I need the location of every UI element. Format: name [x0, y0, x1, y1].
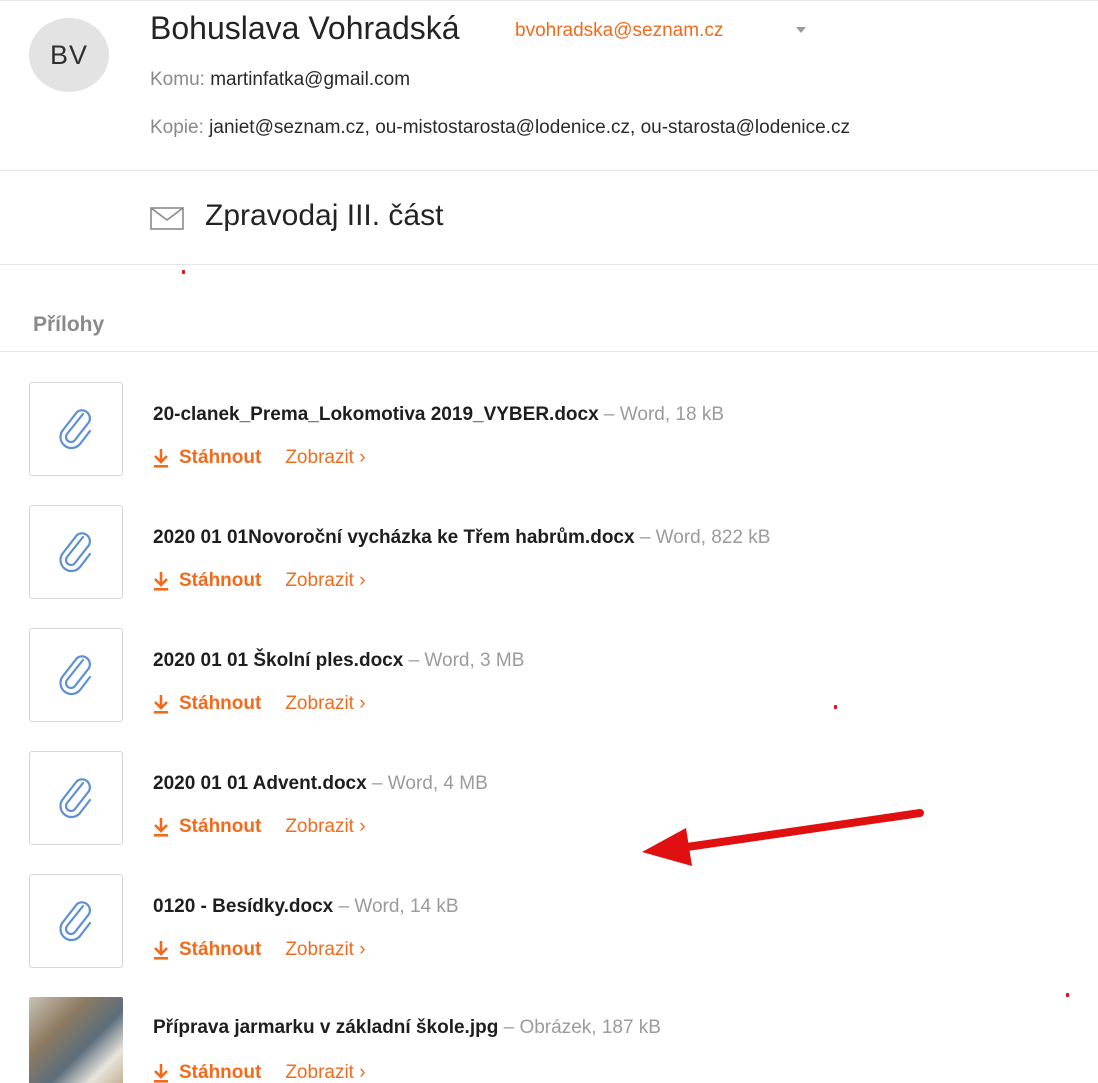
- paperclip-icon: [59, 532, 92, 573]
- attachment-item: 2020 01 01 Školní ples.docx – Word, 3 MB…: [0, 628, 1098, 738]
- attachment-name[interactable]: 0120 - Besídky.docx: [153, 896, 333, 917]
- attachment-name[interactable]: 2020 01 01 Advent.docx: [153, 773, 367, 794]
- attachment-actions: Stáhnout Zobrazit ›: [153, 447, 366, 469]
- attachment-actions: Stáhnout Zobrazit ›: [153, 939, 366, 961]
- attachment-item: 0120 - Besídky.docx – Word, 14 kB Stáhno…: [0, 874, 1098, 984]
- download-icon[interactable]: [153, 817, 169, 837]
- attachment-actions: Stáhnout Zobrazit ›: [153, 1062, 366, 1083]
- attachment-meta: – Word, 14 kB: [333, 896, 459, 917]
- attachment-item: 2020 01 01 Advent.docx – Word, 4 MB Stáh…: [0, 751, 1098, 861]
- envelope-icon: [150, 207, 184, 230]
- download-icon[interactable]: [153, 694, 169, 714]
- chevron-down-icon[interactable]: [796, 27, 806, 33]
- paperclip-icon: [59, 655, 92, 696]
- cc-row: Kopie: janiet@seznam.cz, ou-mistostarost…: [150, 117, 850, 139]
- recipient-row: Komu: martinfatka@gmail.com: [150, 69, 410, 91]
- cc-label: Kopie:: [150, 117, 204, 138]
- download-icon[interactable]: [153, 448, 169, 468]
- attachment-title: Příprava jarmarku v základní škole.jpg –…: [153, 1017, 661, 1039]
- attachment-meta: – Word, 18 kB: [598, 404, 724, 425]
- attachment-name[interactable]: 2020 01 01Novoroční vycházka ke Třem hab…: [153, 527, 635, 548]
- attachment-meta: – Word, 4 MB: [366, 773, 488, 794]
- image-thumbnail[interactable]: [29, 997, 123, 1083]
- top-border: [0, 0, 1098, 1]
- view-link[interactable]: Zobrazit ›: [285, 1062, 365, 1083]
- attachment-title: 2020 01 01 Školní ples.docx – Word, 3 MB: [153, 650, 524, 672]
- attachment-item: 20-clanek_Prema_Lokomotiva 2019_VYBER.do…: [0, 382, 1098, 492]
- view-link[interactable]: Zobrazit ›: [285, 693, 365, 715]
- download-button[interactable]: Stáhnout: [179, 1062, 261, 1083]
- view-link[interactable]: Zobrazit ›: [285, 447, 365, 469]
- attachment-item: Příprava jarmarku v základní škole.jpg –…: [0, 997, 1098, 1083]
- sender-email[interactable]: bvohradska@seznam.cz: [515, 20, 723, 42]
- attachment-title: 2020 01 01 Advent.docx – Word, 4 MB: [153, 773, 488, 795]
- attachment-meta: – Word, 3 MB: [403, 650, 525, 671]
- attachment-actions: Stáhnout Zobrazit ›: [153, 816, 366, 838]
- sender-name: Bohuslava Vohradská: [150, 10, 460, 46]
- attachment-actions: Stáhnout Zobrazit ›: [153, 570, 366, 592]
- download-button[interactable]: Stáhnout: [179, 939, 261, 961]
- attachment-meta: – Obrázek, 187 kB: [498, 1017, 661, 1038]
- divider: [0, 170, 1098, 171]
- paperclip-icon: [59, 409, 92, 450]
- download-button[interactable]: Stáhnout: [179, 693, 261, 715]
- attachment-thumbnail[interactable]: [29, 382, 123, 476]
- attachment-actions: Stáhnout Zobrazit ›: [153, 693, 366, 715]
- annotation-arrow: [642, 809, 924, 866]
- download-icon[interactable]: [153, 1063, 169, 1083]
- attachment-thumbnail[interactable]: [29, 628, 123, 722]
- divider: [0, 264, 1098, 265]
- view-link[interactable]: Zobrazit ›: [285, 816, 365, 838]
- cc-value[interactable]: janiet@seznam.cz, ou-mistostarosta@loden…: [209, 117, 850, 138]
- view-link[interactable]: Zobrazit ›: [285, 570, 365, 592]
- paperclip-icon: [59, 778, 92, 819]
- email-subject: Zpravodaj III. část: [205, 199, 444, 232]
- download-button[interactable]: Stáhnout: [179, 447, 261, 469]
- attachments-heading: Přílohy: [33, 313, 105, 336]
- paperclip-icon: [59, 901, 92, 942]
- attachment-thumbnail[interactable]: [29, 505, 123, 599]
- attachment-name[interactable]: Příprava jarmarku v základní škole.jpg: [153, 1017, 498, 1038]
- download-button[interactable]: Stáhnout: [179, 570, 261, 592]
- attachment-name[interactable]: 20-clanek_Prema_Lokomotiva 2019_VYBER.do…: [153, 404, 599, 425]
- attachment-thumbnail[interactable]: [29, 874, 123, 968]
- download-icon[interactable]: [153, 940, 169, 960]
- attachment-item: 2020 01 01Novoroční vycházka ke Třem hab…: [0, 505, 1098, 615]
- download-button[interactable]: Stáhnout: [179, 816, 261, 838]
- attachment-title: 20-clanek_Prema_Lokomotiva 2019_VYBER.do…: [153, 404, 724, 426]
- attachment-name[interactable]: 2020 01 01 Školní ples.docx: [153, 650, 403, 671]
- annotation-mark: [834, 705, 837, 709]
- attachment-meta: – Word, 822 kB: [634, 527, 771, 548]
- divider: [0, 351, 1098, 352]
- to-value[interactable]: martinfatka@gmail.com: [210, 69, 410, 90]
- attachment-thumbnail[interactable]: [29, 751, 123, 845]
- view-link[interactable]: Zobrazit ›: [285, 939, 365, 961]
- attachment-title: 0120 - Besídky.docx – Word, 14 kB: [153, 896, 459, 918]
- email-view: BV Bohuslava Vohradská bvohradska@seznam…: [0, 0, 1098, 1083]
- avatar: BV: [29, 18, 109, 92]
- attachment-title: 2020 01 01Novoroční vycházka ke Třem hab…: [153, 527, 770, 549]
- annotation-mark: [182, 270, 185, 274]
- download-icon[interactable]: [153, 571, 169, 591]
- to-label: Komu:: [150, 69, 205, 90]
